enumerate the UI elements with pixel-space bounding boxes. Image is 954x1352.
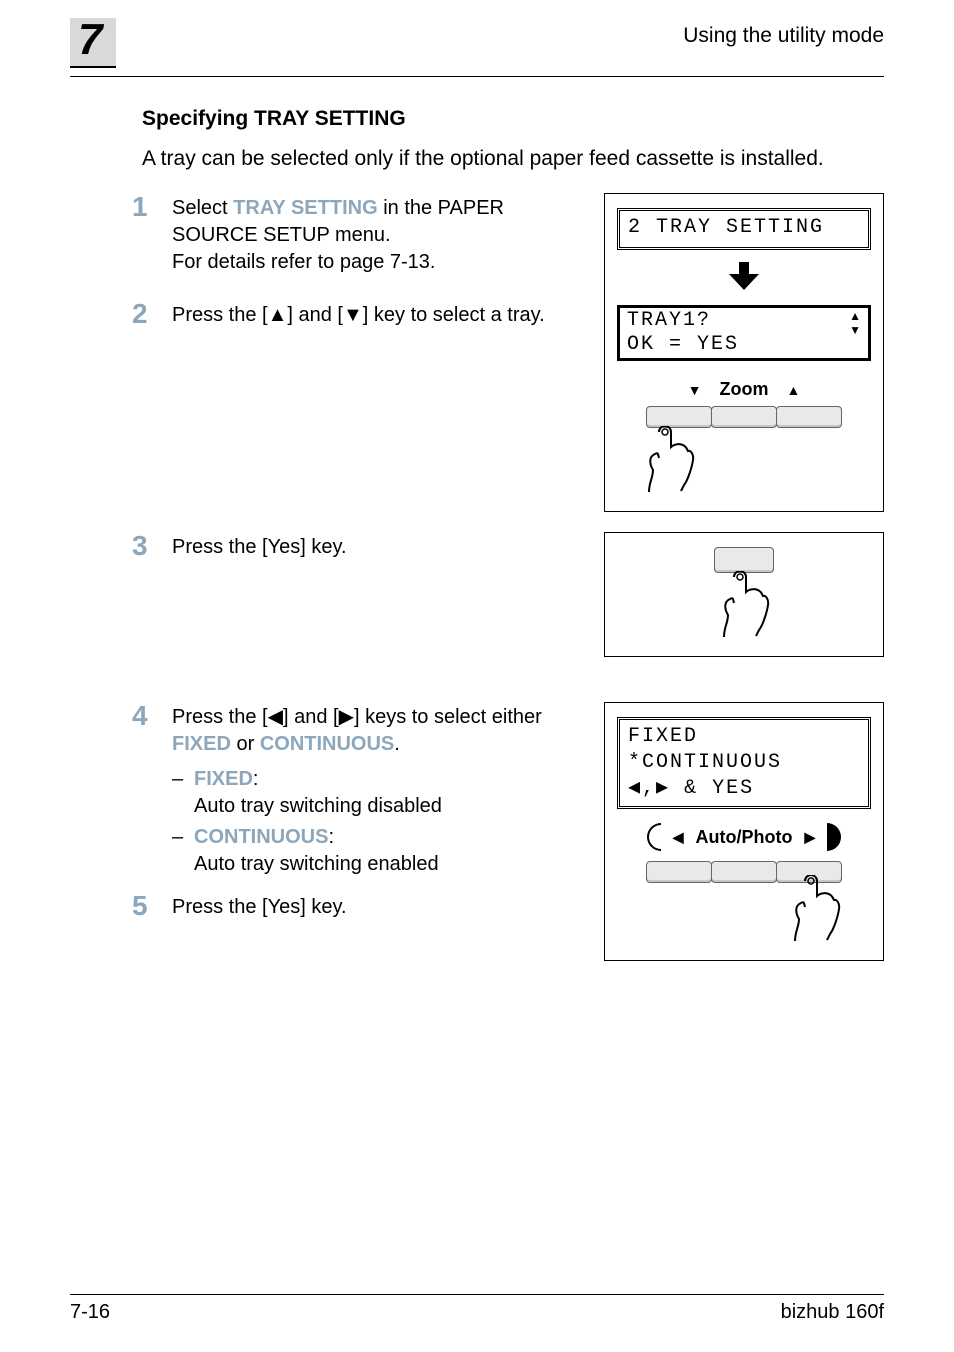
footer: 7-16 bizhub 160f: [70, 1294, 884, 1324]
zoom-label: Zoom: [720, 379, 769, 400]
left-button[interactable]: [646, 861, 712, 883]
zoom-buttons: [617, 406, 871, 428]
header-title: Using the utility mode: [683, 24, 884, 48]
section-title: Specifying TRAY SETTING: [142, 107, 884, 131]
lcd-line-bottom: TRAY1? OK = YES ▲▼: [617, 305, 871, 361]
finger-press-icon: [643, 426, 695, 497]
page: 7 Using the utility mode Specifying TRAY…: [0, 0, 954, 1352]
step-3-body: Press the [Yes] key.: [172, 532, 604, 561]
footer-rule: [70, 1294, 884, 1295]
lcd-panel-2: FIXED *CONTINUOUS ◀,▶ & YES ◀ Auto/Photo…: [604, 702, 884, 961]
step-number-5: 5: [132, 892, 172, 920]
step-3-row: 3 Press the [Yes] key.: [132, 532, 884, 682]
continuous-item: CONTINUOUS: Auto tray switching enabled: [172, 824, 594, 878]
yes-button[interactable]: [714, 547, 774, 573]
step-4-mid: or: [231, 733, 260, 755]
step-1-2-row: 1 Select TRAY SETTING in the PAPER SOURC…: [132, 193, 884, 512]
tray-setting-keyword: TRAY SETTING: [233, 197, 377, 219]
step-4-body: Press the [◀] and [▶] keys to select eit…: [172, 702, 604, 882]
fixed-desc: Auto tray switching disabled: [194, 795, 442, 817]
auto-photo-label: Auto/Photo: [696, 827, 793, 848]
step-number-2: 2: [132, 300, 172, 328]
right-arrow-icon: ▶: [804, 829, 815, 846]
header: 7 Using the utility mode: [70, 20, 884, 70]
continuous-label: CONTINUOUS: [194, 826, 328, 848]
page-number: 7-16: [70, 1301, 110, 1324]
finger-press-icon: [789, 875, 841, 946]
left-half-disk-icon: [647, 823, 661, 851]
zoom-row: ▼ Zoom ▲: [617, 379, 871, 400]
down-arrow-icon: [617, 262, 871, 295]
zoom-center-button[interactable]: [711, 406, 777, 428]
intro-text: A tray can be selected only if the optio…: [142, 147, 884, 171]
fixed-keyword: FIXED: [172, 733, 231, 755]
continuous-desc: Auto tray switching enabled: [194, 853, 439, 875]
figure-step-3: [604, 532, 884, 657]
lcd-panel-1: 2 TRAY SETTING TRAY1? OK = YES ▲▼ ▼ Zoom…: [604, 193, 884, 512]
zoom-up-button[interactable]: [776, 406, 842, 428]
fixed-label: FIXED: [194, 768, 253, 790]
lcd-bottom-l1: TRAY1?: [627, 309, 711, 332]
yes-panel: [604, 532, 884, 657]
zoom-up-icon: ▲: [787, 382, 801, 398]
step-number-4: 4: [132, 702, 172, 730]
figure-step-4: FIXED *CONTINUOUS ◀,▶ & YES ◀ Auto/Photo…: [604, 702, 884, 961]
figure-step-1-2: 2 TRAY SETTING TRAY1? OK = YES ▲▼ ▼ Zoom…: [604, 193, 884, 512]
lcd-line-top: 2 TRAY SETTING: [617, 208, 871, 250]
step-4-sublist: FIXED: Auto tray switching disabled CONT…: [172, 766, 594, 878]
step-number-1: 1: [132, 193, 172, 221]
center-button[interactable]: [711, 861, 777, 883]
lcd2-l1: FIXED *CONTINUOUS: [628, 725, 782, 774]
step-5-body: Press the [Yes] key.: [172, 892, 604, 921]
step-2-body: Press the [▲] and [▼] key to select a tr…: [172, 300, 604, 329]
up-down-arrows-icon: ▲▼: [849, 309, 863, 338]
lcd-bottom-l2: OK = YES: [627, 333, 739, 356]
fixed-item: FIXED: Auto tray switching disabled: [172, 766, 594, 820]
product-name: bizhub 160f: [781, 1301, 884, 1324]
lcd-fixed-continuous: FIXED *CONTINUOUS ◀,▶ & YES: [617, 717, 871, 809]
steps-list: 1 Select TRAY SETTING in the PAPER SOURC…: [132, 193, 884, 961]
zoom-down-icon: ▼: [688, 382, 702, 398]
step-1-line2: For details refer to page 7-13.: [172, 251, 435, 273]
lcd2-l2: ◀,▶ & YES: [628, 777, 754, 800]
step-4-5-row: 4 Press the [◀] and [▶] keys to select e…: [132, 702, 884, 961]
finger-press-icon: [617, 571, 871, 642]
auto-photo-row: ◀ Auto/Photo ▶: [617, 823, 871, 851]
right-half-disk-icon: [827, 823, 841, 851]
continuous-keyword: CONTINUOUS: [260, 733, 394, 755]
fixed-colon: :: [253, 768, 259, 790]
continuous-colon: :: [328, 826, 334, 848]
left-arrow-icon: ◀: [673, 829, 684, 846]
step-4-post: .: [394, 733, 400, 755]
zoom-down-button[interactable]: [646, 406, 712, 428]
step-1-body: Select TRAY SETTING in the PAPER SOURCE …: [172, 193, 604, 276]
step-4-pre: Press the [◀] and [▶] keys to select eit…: [172, 706, 542, 728]
chapter-number: 7: [70, 18, 116, 68]
header-rule: [70, 76, 884, 77]
step-number-3: 3: [132, 532, 172, 560]
step-1-pre: Select: [172, 197, 233, 219]
